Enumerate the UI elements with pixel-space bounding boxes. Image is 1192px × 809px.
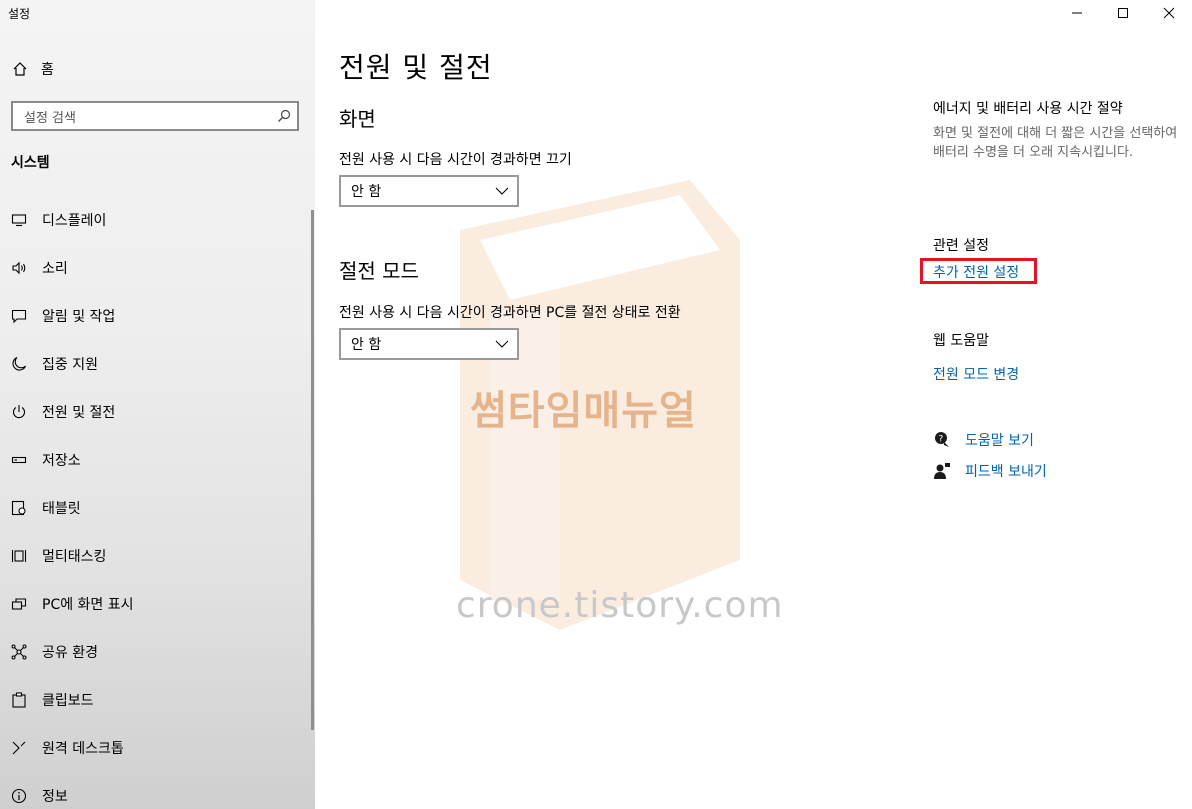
send-feedback-link[interactable]: 피드백 보내기 xyxy=(965,461,1047,481)
search-placeholder: 설정 검색 xyxy=(24,110,76,126)
sidebar-item-label: 알림 및 작업 xyxy=(42,309,116,325)
feedback-row[interactable]: 피드백 보내기 xyxy=(933,461,1047,481)
sidebar-nav: 디스플레이 소리 알림 및 작업 집중 지원 전원 및 절전 저장소 태블릿 멀… xyxy=(0,196,312,809)
window-controls xyxy=(1054,0,1192,26)
get-help-link[interactable]: 도움말 보기 xyxy=(965,430,1034,450)
chevron-down-icon xyxy=(487,187,517,195)
energy-heading: 에너지 및 배터리 사용 시간 절약 xyxy=(933,101,1123,117)
dropdown-value: 안 함 xyxy=(351,184,382,200)
energy-description: 화면 및 절전에 대해 더 짧은 시간을 선택하여 배터리 수명을 더 오래 지… xyxy=(933,126,1178,160)
home-icon xyxy=(11,60,29,78)
sidebar-item-about[interactable]: 정보 xyxy=(0,772,312,809)
search-input[interactable]: 설정 검색 xyxy=(11,101,299,131)
web-help-heading: 웹 도움말 xyxy=(933,333,989,349)
highlight-box xyxy=(920,258,1037,284)
tablet-icon xyxy=(10,499,28,517)
sidebar-item-label: 멀티태스킹 xyxy=(42,549,107,565)
project-icon xyxy=(10,595,28,613)
minimize-icon xyxy=(1071,4,1083,23)
sidebar-item-display[interactable]: 디스플레이 xyxy=(0,196,312,244)
sleep-timeout-dropdown[interactable]: 안 함 xyxy=(339,328,519,360)
moon-icon xyxy=(10,355,28,373)
section-title: 시스템 xyxy=(11,155,50,171)
share-icon xyxy=(10,643,28,661)
sleep-timeout-label: 전원 사용 시 다음 시간이 경과하면 PC를 절전 상태로 전환 xyxy=(339,305,681,321)
close-button[interactable] xyxy=(1146,0,1192,26)
sidebar-item-label: PC에 화면 표시 xyxy=(42,597,134,613)
get-help-row[interactable]: ? 도움말 보기 xyxy=(933,430,1034,450)
sidebar-item-label: 저장소 xyxy=(42,453,81,469)
help-chat-icon: ? xyxy=(933,431,951,449)
screen-timeout-label: 전원 사용 시 다음 시간이 경과하면 끄기 xyxy=(339,152,572,168)
sidebar: 설정 홈 설정 검색 시스템 디스플레이 소리 알림 및 작업 집중 지원 전원… xyxy=(0,0,315,809)
watermark-url: crone.tistory.com xyxy=(456,585,784,626)
watermark-brand: 썸타임매뉴얼 xyxy=(470,388,697,434)
sidebar-item-power-sleep[interactable]: 전원 및 절전 xyxy=(0,388,312,436)
sidebar-item-label: 원격 데스크톱 xyxy=(42,741,124,757)
sidebar-item-project-to-pc[interactable]: PC에 화면 표시 xyxy=(0,580,312,628)
sidebar-item-label: 전원 및 절전 xyxy=(42,405,116,421)
home-label: 홈 xyxy=(41,62,54,78)
sidebar-item-label: 소리 xyxy=(42,261,68,277)
sidebar-item-shared-experiences[interactable]: 공유 환경 xyxy=(0,628,312,676)
clipboard-icon xyxy=(10,691,28,709)
change-power-mode-link[interactable]: 전원 모드 변경 xyxy=(933,364,1019,384)
sidebar-item-label: 태블릿 xyxy=(42,501,81,517)
svg-text:?: ? xyxy=(939,435,944,445)
sidebar-item-label: 클립보드 xyxy=(42,693,94,709)
feedback-icon xyxy=(933,462,951,480)
chevron-down-icon xyxy=(487,340,517,348)
search-icon[interactable] xyxy=(271,103,297,129)
monitor-icon xyxy=(10,211,28,229)
sidebar-item-tablet[interactable]: 태블릿 xyxy=(0,484,312,532)
sidebar-item-notifications[interactable]: 알림 및 작업 xyxy=(0,292,312,340)
sidebar-item-storage[interactable]: 저장소 xyxy=(0,436,312,484)
multitasking-icon xyxy=(10,547,28,565)
notification-icon xyxy=(10,307,28,325)
sidebar-item-focus-assist[interactable]: 집중 지원 xyxy=(0,340,312,388)
power-icon xyxy=(10,403,28,421)
screen-timeout-dropdown[interactable]: 안 함 xyxy=(339,175,519,207)
sidebar-item-label: 정보 xyxy=(42,789,68,805)
speaker-icon xyxy=(10,259,28,277)
maximize-icon xyxy=(1117,4,1129,23)
close-icon xyxy=(1163,4,1175,23)
screen-heading: 화면 xyxy=(339,107,376,131)
sidebar-item-clipboard[interactable]: 클립보드 xyxy=(0,676,312,724)
info-icon xyxy=(10,787,28,805)
sleep-heading: 절전 모드 xyxy=(339,259,419,283)
remote-desktop-icon xyxy=(10,739,28,757)
sidebar-item-label: 공유 환경 xyxy=(42,645,98,661)
home-nav-item[interactable]: 홈 xyxy=(0,52,315,86)
maximize-button[interactable] xyxy=(1100,0,1146,26)
sidebar-item-remote-desktop[interactable]: 원격 데스크톱 xyxy=(0,724,312,772)
sidebar-scrollbar[interactable] xyxy=(311,210,314,730)
app-title: 설정 xyxy=(8,7,31,21)
page-title: 전원 및 절전 xyxy=(339,51,493,84)
minimize-button[interactable] xyxy=(1054,0,1100,26)
sidebar-item-sound[interactable]: 소리 xyxy=(0,244,312,292)
dropdown-value: 안 함 xyxy=(351,337,382,353)
storage-icon xyxy=(10,451,28,469)
sidebar-item-label: 집중 지원 xyxy=(42,357,98,373)
sidebar-item-multitasking[interactable]: 멀티태스킹 xyxy=(0,532,312,580)
related-settings-heading: 관련 설정 xyxy=(933,238,989,254)
sidebar-item-label: 디스플레이 xyxy=(42,213,107,229)
